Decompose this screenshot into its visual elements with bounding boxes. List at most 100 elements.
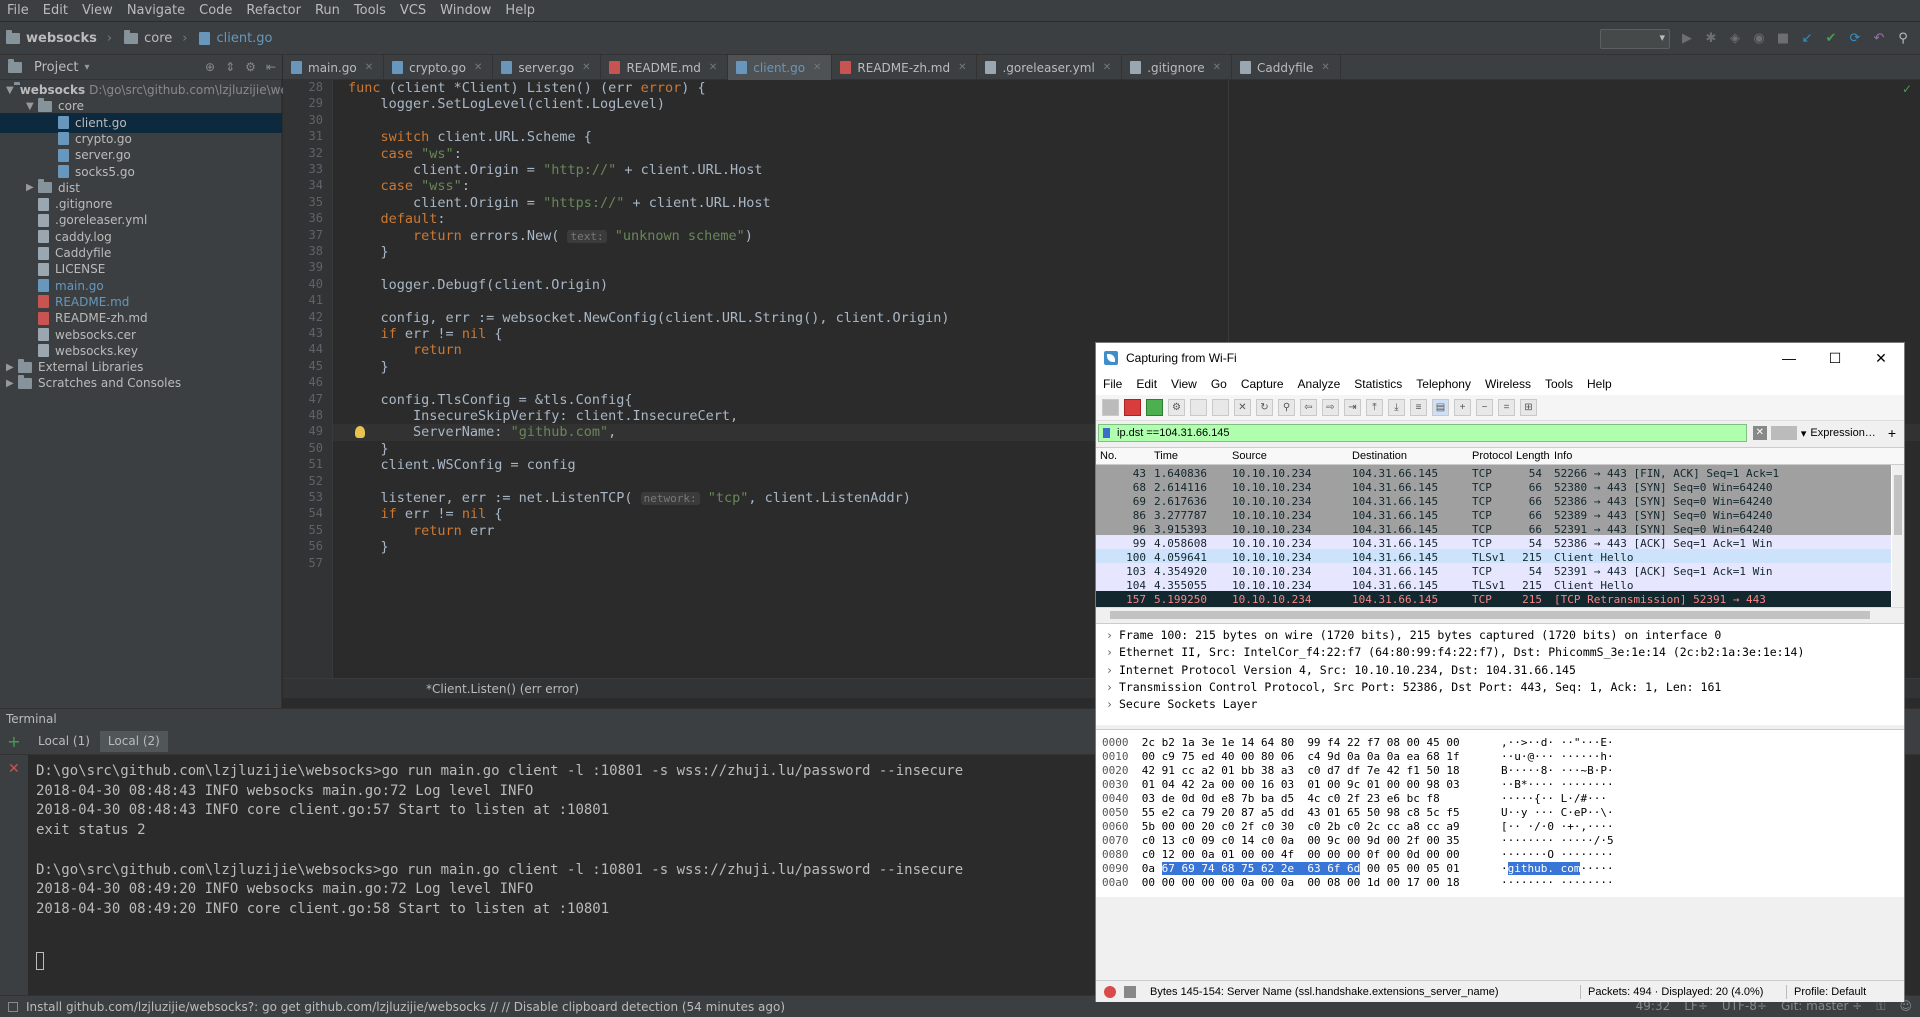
ws-menu-analyze[interactable]: Analyze: [1291, 377, 1348, 391]
close-tab-icon[interactable]: ✕: [1213, 62, 1221, 73]
find-packet-icon[interactable]: ⚲: [1278, 399, 1295, 416]
detail-row-3[interactable]: › Internet Protocol Version 4, Src: 10.10…: [1106, 663, 1576, 677]
terminal-tab-local-2[interactable]: Local (2): [99, 730, 168, 752]
stop-capture-icon[interactable]: [1124, 399, 1141, 416]
breadcrumb-project[interactable]: websocks ›: [0, 29, 118, 46]
expand-arrow-icon[interactable]: ›: [1106, 628, 1113, 642]
profile-icon[interactable]: ◉: [1752, 31, 1766, 46]
profile-label[interactable]: Profile: Default: [1794, 986, 1866, 998]
restart-capture-icon[interactable]: [1146, 399, 1163, 416]
ws-menu-wireless[interactable]: Wireless: [1478, 377, 1538, 391]
vcs-commit-icon[interactable]: ✔: [1824, 31, 1838, 46]
open-file-icon[interactable]: [1190, 399, 1207, 416]
menu-vcs[interactable]: VCS: [393, 3, 433, 18]
status-message[interactable]: Install github.com/lzjluzijie/websocks?:…: [26, 1000, 785, 1014]
clear-filter-icon[interactable]: ✕: [1752, 426, 1767, 440]
packet-list-scrollbar[interactable]: [1892, 465, 1904, 607]
close-tab-icon[interactable]: ✕: [958, 62, 966, 73]
tab-readme-md[interactable]: README.md ✕: [601, 55, 729, 80]
ws-menu-tools[interactable]: Tools: [1538, 377, 1580, 391]
colorize-icon[interactable]: ▤: [1432, 399, 1449, 416]
ws-menu-go[interactable]: Go: [1204, 377, 1234, 391]
vcs-revert-icon[interactable]: ↶: [1872, 31, 1886, 46]
tab-caddyfile[interactable]: Caddyfile ✕: [1232, 55, 1341, 80]
save-file-icon[interactable]: [1212, 399, 1229, 416]
ws-menu-edit[interactable]: Edit: [1129, 377, 1164, 391]
go-forward-icon[interactable]: ⇨: [1322, 399, 1339, 416]
locate-icon[interactable]: ⊕: [205, 60, 215, 74]
tree-item-scratches-and-consoles[interactable]: ▶ Scratches and Consoles: [0, 373, 282, 393]
column-header-time[interactable]: Time: [1154, 450, 1178, 462]
close-icon[interactable]: ✕: [1858, 343, 1904, 373]
ws-menu-file[interactable]: File: [1096, 377, 1129, 391]
close-tab-icon[interactable]: ✕: [813, 62, 821, 73]
zoom-out-icon[interactable]: −: [1476, 399, 1493, 416]
current-function[interactable]: *Client.Listen() (err error): [426, 682, 579, 696]
expand-arrow-icon[interactable]: ›: [1106, 680, 1113, 694]
go-back-icon[interactable]: ⇦: [1300, 399, 1317, 416]
tab-server-go[interactable]: server.go ✕: [493, 55, 602, 80]
autoscroll-icon[interactable]: ≡: [1410, 399, 1427, 416]
display-filter-input[interactable]: ip.dst ==104.31.66.145: [1098, 424, 1747, 442]
project-panel-title[interactable]: Project: [34, 60, 78, 75]
ws-menu-view[interactable]: View: [1164, 377, 1204, 391]
intention-bulb-icon[interactable]: [355, 426, 365, 439]
collapse-icon[interactable]: ⇕: [225, 60, 235, 74]
menu-code[interactable]: Code: [192, 3, 239, 18]
tab-crypto-go[interactable]: crypto.go ✕: [384, 55, 494, 80]
zoom-in-icon[interactable]: +: [1454, 399, 1471, 416]
close-session-icon[interactable]: ✕: [8, 761, 20, 777]
debug-icon[interactable]: ✱: [1704, 31, 1718, 46]
tool-windows-icon[interactable]: [8, 1001, 18, 1012]
column-header-source[interactable]: Source: [1232, 450, 1267, 462]
menu-refactor[interactable]: Refactor: [239, 3, 308, 18]
add-filter-button[interactable]: +: [1888, 425, 1896, 441]
close-tab-icon[interactable]: ✕: [365, 62, 373, 73]
filter-dropdown-icon[interactable]: ▾: [1801, 427, 1807, 440]
detail-row-2[interactable]: › Ethernet II, Src: IntelCor_f4:22:f7 (64…: [1106, 645, 1804, 659]
expert-info-icon[interactable]: [1104, 985, 1116, 998]
packet-list[interactable]: No. Time Source Destination Protocol Length In…: [1096, 447, 1904, 607]
new-session-icon[interactable]: +: [0, 732, 28, 751]
run-icon[interactable]: ▶: [1680, 31, 1694, 46]
detail-row-1[interactable]: › Frame 100: 215 bytes on wire (1720 bits…: [1106, 628, 1721, 642]
tab-goreleaser-yml[interactable]: .goreleaser.yml ✕: [977, 55, 1123, 80]
coverage-icon[interactable]: ◈: [1728, 31, 1742, 46]
menu-file[interactable]: File: [0, 3, 36, 18]
tab-gitignore[interactable]: .gitignore ✕: [1122, 55, 1232, 80]
close-tab-icon[interactable]: ✕: [709, 62, 717, 73]
close-tab-icon[interactable]: ✕: [1103, 62, 1111, 73]
vcs-history-icon[interactable]: ⟳: [1848, 31, 1862, 46]
capture-comment-icon[interactable]: [1124, 985, 1136, 998]
terminal-tab-local-1[interactable]: Local (1): [30, 731, 98, 752]
column-header-destination[interactable]: Destination: [1352, 450, 1407, 462]
chevron-down-icon[interactable]: ▾: [84, 62, 89, 73]
column-header-protocol[interactable]: Protocol: [1472, 450, 1512, 462]
column-header-info[interactable]: Info: [1554, 450, 1572, 462]
menu-help[interactable]: Help: [498, 3, 542, 18]
expand-arrow-icon[interactable]: ›: [1106, 645, 1113, 659]
expand-arrow-icon[interactable]: ›: [1106, 697, 1113, 711]
close-tab-icon[interactable]: ✕: [1321, 62, 1329, 73]
apply-filter-button[interactable]: [1770, 426, 1797, 440]
gear-icon[interactable]: ⚙: [245, 60, 256, 74]
tab-readme-zh-md[interactable]: README-zh.md ✕: [832, 55, 978, 80]
menu-run[interactable]: Run: [308, 3, 347, 18]
close-file-icon[interactable]: ✕: [1234, 399, 1251, 416]
ws-menu-statistics[interactable]: Statistics: [1347, 377, 1409, 391]
detail-row-5[interactable]: › Secure Sockets Layer: [1106, 697, 1257, 711]
minimize-icon[interactable]: —: [1766, 343, 1812, 373]
first-packet-icon[interactable]: ⤒: [1366, 399, 1383, 416]
breadcrumb-file[interactable]: client.go: [193, 31, 278, 46]
ws-menu-help[interactable]: Help: [1580, 377, 1619, 391]
menu-tools[interactable]: Tools: [347, 3, 393, 18]
column-header-length[interactable]: Length: [1516, 450, 1550, 462]
expand-arrow-icon[interactable]: ›: [1106, 663, 1113, 677]
start-capture-icon[interactable]: [1102, 399, 1119, 416]
menu-window[interactable]: Window: [433, 3, 498, 18]
last-packet-icon[interactable]: ⤓: [1388, 399, 1405, 416]
close-tab-icon[interactable]: ✕: [474, 62, 482, 73]
ws-menu-capture[interactable]: Capture: [1234, 377, 1291, 391]
packet-details[interactable]: › Frame 100: 215 bytes on wire (1720 bits…: [1096, 623, 1904, 725]
resize-columns-icon[interactable]: ⊞: [1520, 399, 1537, 416]
